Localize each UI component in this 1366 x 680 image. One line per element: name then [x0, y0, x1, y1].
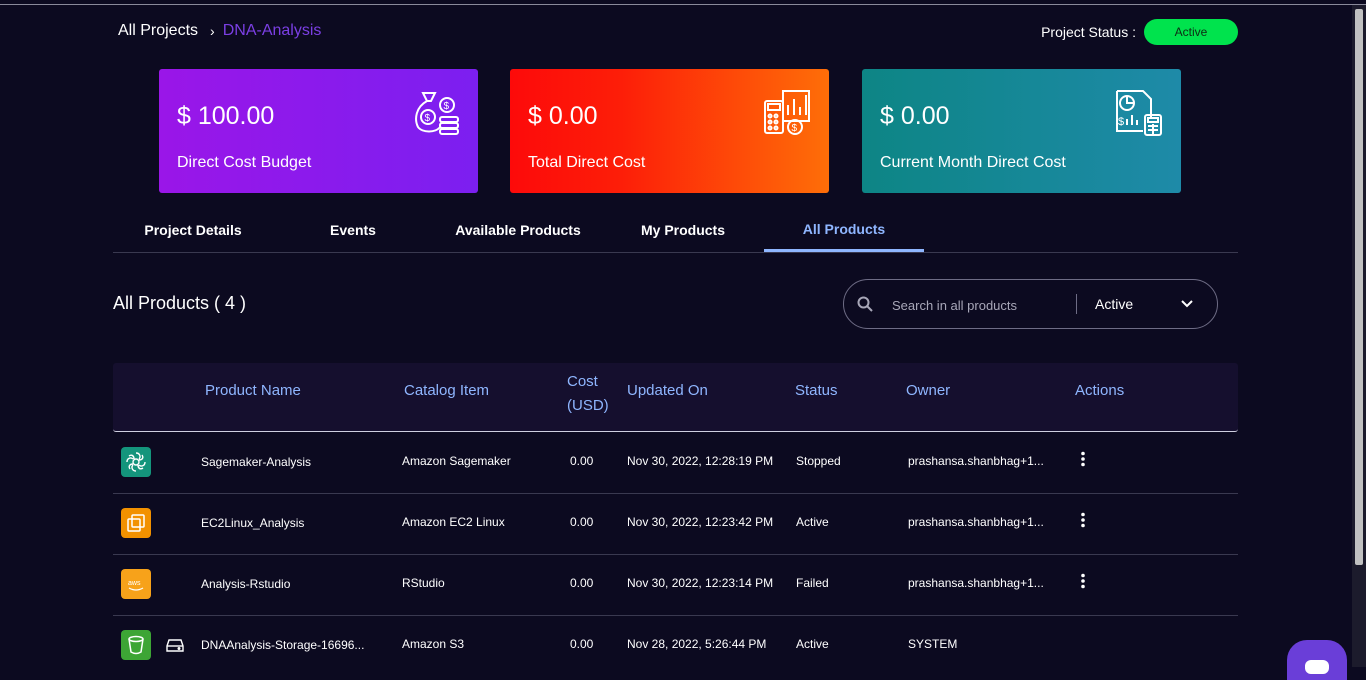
card-amount: $ 100.00: [177, 102, 275, 130]
cost-calculator-icon: $: [764, 90, 810, 135]
scrollbar-thumb[interactable]: [1355, 9, 1363, 565]
product-name[interactable]: Analysis-Rstudio: [201, 577, 290, 591]
project-status: Project Status : Active: [1041, 19, 1238, 45]
chat-icon: [1305, 660, 1329, 674]
more-actions-icon[interactable]: [1079, 573, 1087, 589]
breadcrumb-all-projects[interactable]: All Projects: [118, 22, 198, 40]
svg-text:$: $: [444, 101, 450, 112]
column-header-actions: Actions: [1075, 382, 1125, 399]
column-header-updated-on[interactable]: Updated On: [627, 382, 708, 399]
owner: prashansa.shanbhag+1...: [908, 576, 1044, 590]
current-month-direct-cost-card: $ 0.00 Current Month Direct Cost $: [862, 69, 1181, 193]
total-direct-cost-card: $ 0.00 Total Direct Cost $: [510, 69, 829, 193]
tab-available-products[interactable]: Available Products: [438, 208, 598, 252]
page-scrollbar[interactable]: [1352, 5, 1366, 667]
card-label: Current Month Direct Cost: [880, 154, 1066, 171]
tab-my-products[interactable]: My Products: [603, 208, 763, 252]
monthly-report-icon: $: [1116, 90, 1162, 136]
catalog-item: Amazon S3: [402, 637, 465, 651]
status: Active: [796, 637, 829, 651]
more-actions-icon[interactable]: [1079, 512, 1087, 528]
breadcrumb: All Projects › DNA-Analysis: [118, 22, 321, 40]
status-filter-select[interactable]: Active: [1095, 296, 1133, 312]
ec2-icon: [121, 508, 151, 538]
table-header: Product Name Catalog Item Cost (USD) Upd…: [113, 363, 1238, 432]
product-search-bar: Active: [843, 279, 1218, 329]
updated-on: Nov 30, 2022, 12:28:19 PM: [627, 454, 774, 468]
cost: 0.00: [570, 637, 594, 651]
search-input[interactable]: [890, 292, 1074, 318]
product-name[interactable]: EC2Linux_Analysis: [201, 516, 304, 530]
breadcrumb-current-project: DNA-Analysis: [222, 22, 322, 39]
product-name[interactable]: Sagemaker-Analysis: [201, 455, 311, 469]
owner: prashansa.shanbhag+1...: [908, 515, 1044, 529]
table-row[interactable]: EC2Linux_Analysis Amazon EC2 Linux 0.00 …: [113, 493, 1238, 555]
more-actions-icon[interactable]: [1079, 451, 1087, 467]
s3-bucket-icon: [121, 630, 151, 660]
table-row[interactable]: aws Analysis-Rstudio RStudio 0.00 Nov 30…: [113, 554, 1238, 616]
storage-drive-icon: [166, 639, 184, 652]
page-title: All Products ( 4 ): [113, 293, 247, 313]
project-tabs: Project Details Events Available Product…: [113, 208, 1238, 253]
status: Failed: [796, 576, 829, 590]
catalog-item: Amazon Sagemaker: [402, 454, 511, 468]
card-amount: $ 0.00: [880, 102, 950, 130]
cost: 0.00: [570, 454, 594, 468]
status: Stopped: [796, 454, 841, 468]
column-header-cost[interactable]: Cost (USD): [567, 370, 613, 418]
owner: prashansa.shanbhag+1...: [908, 454, 1044, 468]
status: Active: [796, 515, 829, 529]
product-name[interactable]: DNAAnalysis-Storage-16696...: [201, 638, 364, 652]
chevron-down-icon[interactable]: [1180, 298, 1194, 310]
svg-text:$: $: [1118, 116, 1124, 128]
breadcrumb-separator: ›: [210, 23, 215, 39]
column-header-product-name[interactable]: Product Name: [205, 382, 301, 399]
card-label: Direct Cost Budget: [177, 154, 312, 171]
svg-text:$: $: [425, 113, 431, 124]
catalog-item: RStudio: [402, 576, 445, 590]
column-header-owner[interactable]: Owner: [906, 382, 950, 399]
svg-text:$: $: [792, 123, 798, 134]
column-header-status[interactable]: Status: [795, 382, 838, 399]
search-icon: [857, 296, 873, 312]
cost: 0.00: [570, 515, 594, 529]
updated-on: Nov 30, 2022, 12:23:42 PM: [627, 515, 774, 529]
card-label: Total Direct Cost: [528, 154, 646, 171]
card-amount: $ 0.00: [528, 102, 598, 130]
column-header-catalog-item[interactable]: Catalog Item: [404, 382, 489, 399]
money-bag-icon: $ $: [415, 92, 459, 135]
cost: 0.00: [570, 576, 594, 590]
project-status-label: Project Status :: [1041, 24, 1136, 40]
chat-widget-button[interactable]: [1287, 640, 1347, 680]
search-divider: [1076, 294, 1077, 314]
svg-text:aws: aws: [128, 580, 141, 587]
tab-events[interactable]: Events: [273, 208, 433, 252]
sagemaker-icon: [121, 447, 151, 477]
updated-on: Nov 28, 2022, 5:26:44 PM: [627, 637, 767, 651]
status-badge: Active: [1144, 19, 1238, 45]
catalog-item: Amazon EC2 Linux: [402, 515, 505, 529]
top-divider: [0, 4, 1366, 5]
updated-on: Nov 30, 2022, 12:23:14 PM: [627, 576, 774, 590]
owner: SYSTEM: [908, 637, 958, 651]
tab-all-products[interactable]: All Products: [764, 208, 924, 252]
direct-cost-budget-card: $ 100.00 Direct Cost Budget $ $: [159, 69, 478, 193]
table-row[interactable]: Sagemaker-Analysis Amazon Sagemaker 0.00…: [113, 432, 1238, 494]
aws-icon: aws: [121, 569, 151, 599]
tab-project-details[interactable]: Project Details: [113, 208, 273, 252]
